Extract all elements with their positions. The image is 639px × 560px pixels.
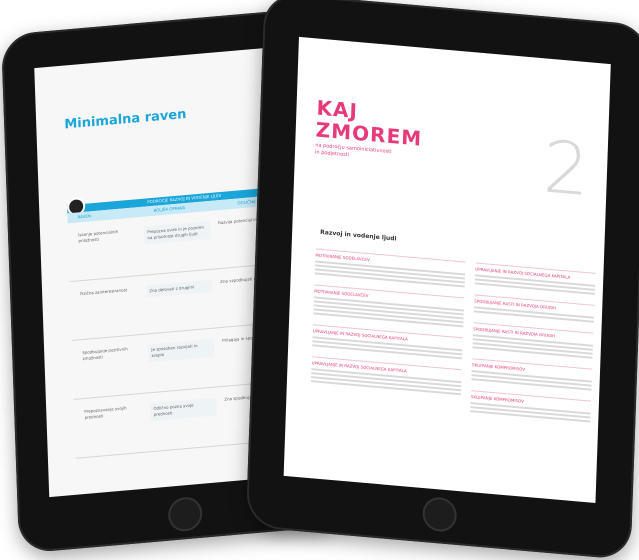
left-content-column: MOTIVIRANJE SODELAVCEV MOTIVIRANJE SODEL… (310, 248, 466, 405)
row-col2: Odlično pozna svoje prednosti (150, 397, 217, 422)
row-col2: Zna delovati z drugimi (146, 279, 213, 298)
row-col1: Fizična zainteresiranost (80, 287, 128, 297)
home-button[interactable] (422, 496, 458, 533)
tablet-right: KAJ ZMOREM na področju samoiniciativnost… (245, 0, 639, 560)
content-block: SPODBUJANJE RASTI IN RAZVOJA DRUGIH (472, 322, 594, 359)
row-col1: Iskanje potencialnih priložnosti (78, 228, 119, 244)
content-block: SPODBUJANJE RASTI IN RAZVOJA DRUGIH (473, 294, 595, 323)
right-content-column: UPRAVLJANJE IN RAZVOJ SOCIALNEGA KAPITAL… (470, 262, 596, 432)
content-block: UPRAVLJANJE IN RAZVOJ SOCIALNEGA KAPITAL… (312, 324, 463, 360)
column-header-1: RAVEN (77, 213, 92, 220)
section-title: Razvoj in vodenje ljudi (320, 228, 397, 243)
home-button[interactable] (167, 495, 203, 533)
kaj-title: KAJ ZMOREM (315, 95, 423, 150)
content-block: SKLEPANJE KOMPROMISOV (470, 390, 592, 423)
row-col2: Prepozna ovire in je pozoren na prisotno… (144, 220, 211, 245)
content-block: MOTIVIRANJE SODELAVCEV (313, 284, 465, 328)
row-col1: Prepoznavanje svojih prednosti (84, 405, 127, 420)
content-block: UPRAVLJANJE IN RAZVOJ SOCIALNEGA KAPITAL… (474, 262, 596, 295)
row-col2: Je sposoben razvijati in krepiti (148, 338, 215, 363)
content-block: UPRAVLJANJE IN RAZVOJ SOCIALNEGA KAPITAL… (310, 356, 462, 396)
row-col1: Spodbujanje pozitivnih zmožnosti (82, 346, 128, 362)
left-title: Minimalna raven (64, 106, 187, 133)
column-header-2: BOLJŠA OPRAVA (153, 205, 186, 213)
right-screen: KAJ ZMOREM na področju samoiniciativnost… (283, 36, 611, 504)
content-block: SKLEPANJE KOMPROMISOV (471, 358, 593, 391)
content-block: MOTIVIRANJE SODELAVCEV (314, 248, 466, 288)
chapter-number: 2 (541, 124, 591, 213)
